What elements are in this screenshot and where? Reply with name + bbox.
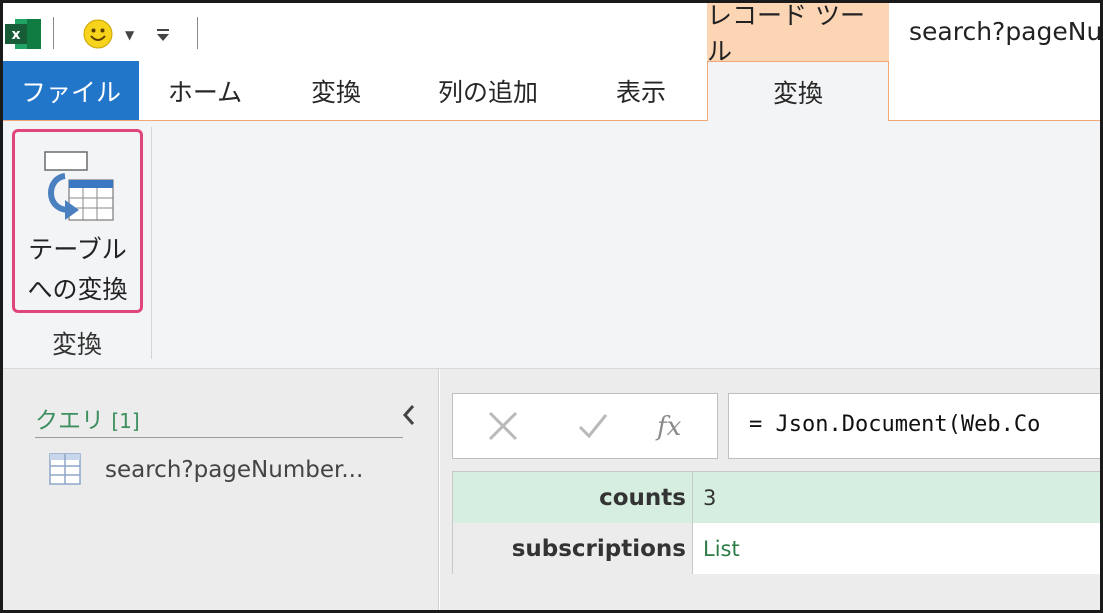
tab-view[interactable]: 表示 — [575, 61, 707, 120]
record-row[interactable]: subscriptions List — [452, 523, 1100, 574]
qat-separator — [53, 17, 54, 49]
title-bar: x ▼ レコード ツール search?pageNu — [3, 3, 1103, 66]
formula-text: = Json.Document(Web.Co — [749, 412, 1041, 437]
chevron-left-icon[interactable] — [401, 403, 417, 427]
ribbon-tabs: ファイル ホーム 変換 列の追加 表示 変換 — [3, 61, 1100, 122]
table-convert-icon — [44, 151, 114, 221]
cross-icon — [488, 411, 518, 441]
ribbon-group-label: 変換 — [51, 330, 102, 359]
group-separator — [151, 127, 152, 359]
formula-input[interactable]: = Json.Document(Web.Co — [728, 393, 1100, 459]
record-tools-context-tab: レコード ツール — [707, 3, 889, 66]
record-list-link[interactable]: List — [693, 523, 1100, 574]
tab-file[interactable]: ファイル — [3, 61, 139, 120]
query-list-item[interactable]: search?pageNumber... — [105, 457, 363, 483]
customize-qat-icon[interactable] — [155, 28, 171, 42]
tab-home[interactable]: ホーム — [139, 61, 271, 120]
window-title: search?pageNu — [909, 17, 1103, 46]
record-field-name: subscriptions — [452, 523, 693, 574]
smiley-dropdown-icon[interactable]: ▼ — [125, 28, 134, 42]
ribbon-panel: テーブル への変換 変換 — [3, 121, 1100, 369]
formula-controls: fx — [452, 393, 718, 459]
record-field-value[interactable]: 3 — [693, 472, 1100, 523]
convert-to-table-button[interactable]: テーブル への変換 — [12, 129, 143, 313]
qat-separator — [197, 17, 198, 49]
cancel-button[interactable] — [473, 394, 533, 458]
queries-pane: クエリ [1] search?pageNumber... — [3, 369, 439, 610]
record-field-name: counts — [452, 472, 693, 523]
queries-divider — [35, 437, 403, 438]
app-window: x ▼ レコード ツール search?pageNu ファイル ホーム 変換 列… — [0, 0, 1103, 613]
fx-icon: fx — [655, 412, 682, 442]
main-pane: fx = Json.Document(Web.Co counts 3 subsc… — [440, 369, 1100, 610]
svg-text:fx: fx — [655, 412, 682, 442]
smiley-icon[interactable] — [83, 19, 113, 49]
check-icon — [578, 414, 608, 439]
table-icon — [49, 453, 81, 485]
tab-add-column[interactable]: 列の追加 — [401, 61, 575, 120]
queries-count: [1] — [111, 409, 140, 433]
excel-icon[interactable]: x — [5, 17, 43, 51]
record-row[interactable]: counts 3 — [452, 471, 1100, 523]
insert-function-button[interactable]: fx — [643, 394, 703, 458]
tab-transform[interactable]: 変換 — [271, 61, 401, 120]
commit-button[interactable] — [563, 394, 623, 458]
svg-text:x: x — [11, 27, 20, 43]
convert-button-label-line1: テーブル — [28, 235, 127, 264]
tab-record-transform[interactable]: 変換 — [707, 61, 889, 122]
queries-title: クエリ — [35, 408, 104, 434]
convert-button-label-line2: への変換 — [27, 275, 128, 304]
queries-header: クエリ [1] — [35, 401, 140, 435]
